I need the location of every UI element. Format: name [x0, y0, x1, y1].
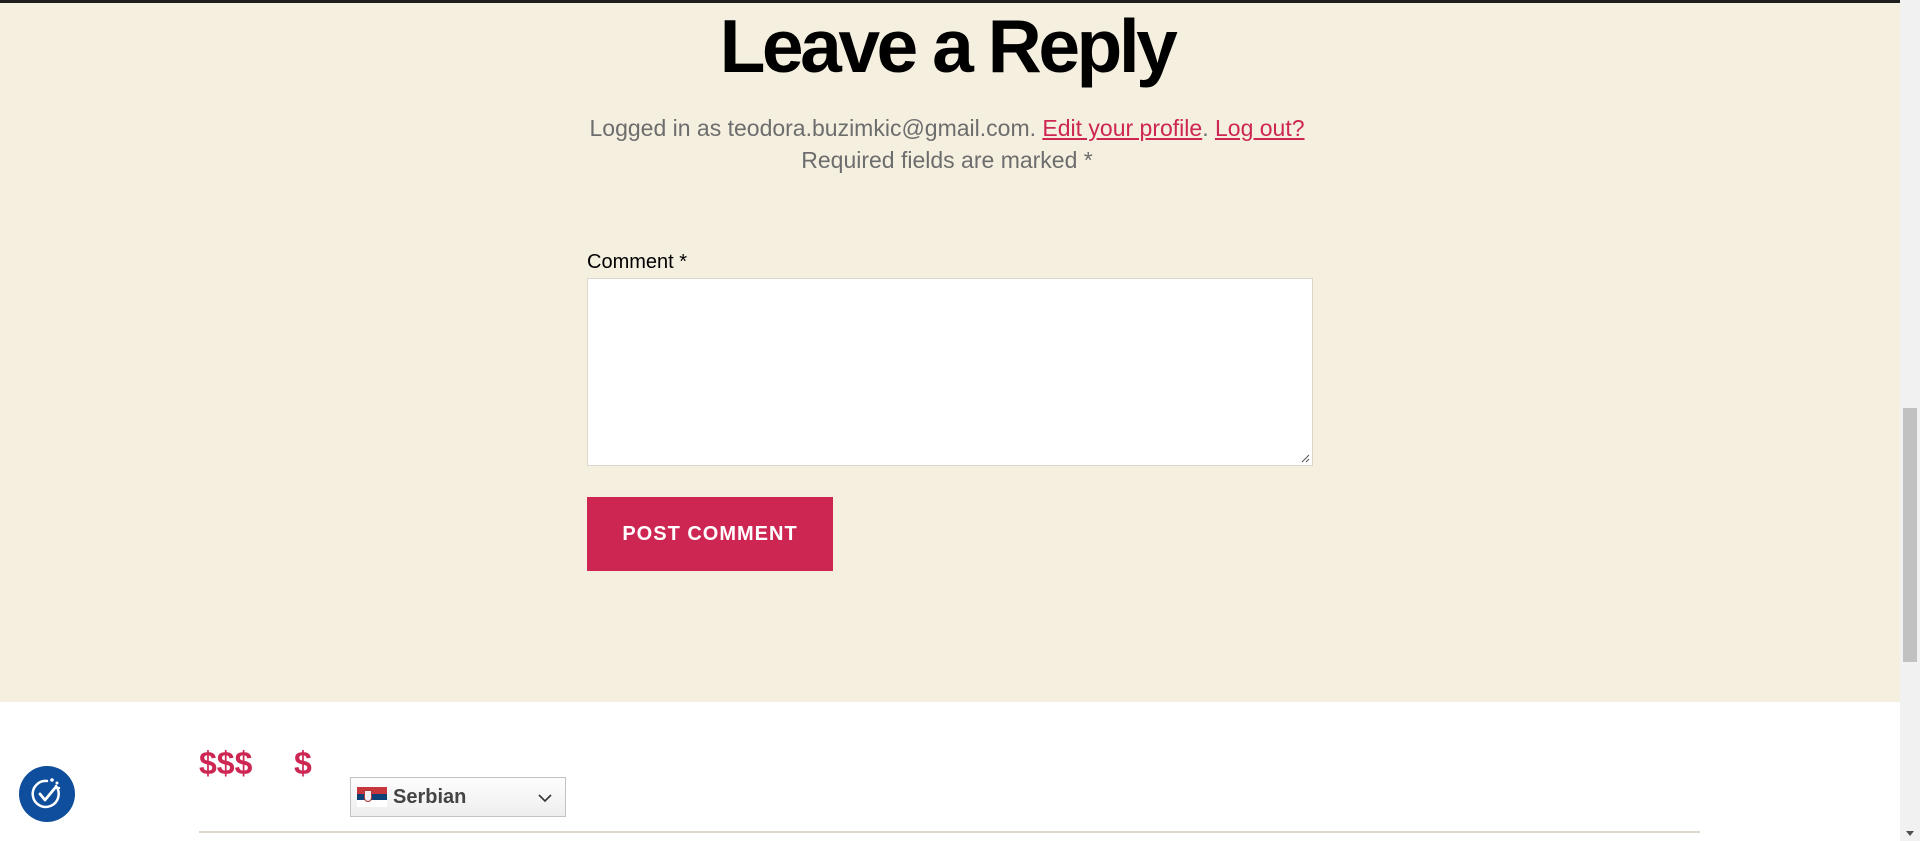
chevron-down-icon [538, 794, 552, 803]
logged-in-text: Logged in as teodora.buzimkic@gmail.com. [589, 115, 1036, 141]
price-level-cheap[interactable]: $ [294, 745, 312, 782]
language-select[interactable]: Serbian [350, 777, 566, 817]
scrollbar-thumb[interactable] [1903, 408, 1917, 662]
reply-title: Leave a Reply [719, 4, 1178, 88]
accessibility-checkmark-icon [31, 778, 61, 809]
accessibility-button[interactable] [19, 766, 75, 822]
logged-in-notice: Logged in as teodora.buzimkic@gmail.com.… [0, 112, 1894, 144]
top-border [0, 0, 1900, 3]
scroll-down-arrow-icon[interactable] [1904, 827, 1916, 839]
serbia-flag-icon [357, 787, 387, 808]
price-level-expensive[interactable]: $$$ [199, 745, 252, 782]
resize-grip-icon[interactable] [1300, 453, 1310, 463]
post-comment-button[interactable]: POST COMMENT [587, 497, 833, 571]
logout-link[interactable]: Log out? [1215, 115, 1305, 141]
page: Leave a Reply Logged in as teodora.buzim… [0, 0, 1920, 841]
link-separator: . [1202, 115, 1209, 141]
edit-profile-link[interactable]: Edit your profile [1042, 115, 1202, 141]
required-fields-note: Required fields are marked * [801, 147, 1093, 173]
comment-label: Comment * [587, 251, 688, 273]
scrollbar-track[interactable] [1900, 0, 1920, 841]
footer-divider [199, 831, 1700, 833]
comment-textarea[interactable] [587, 278, 1313, 466]
reply-section: Leave a Reply Logged in as teodora.buzim… [0, 0, 1900, 702]
language-selected-value: Serbian [393, 785, 467, 808]
